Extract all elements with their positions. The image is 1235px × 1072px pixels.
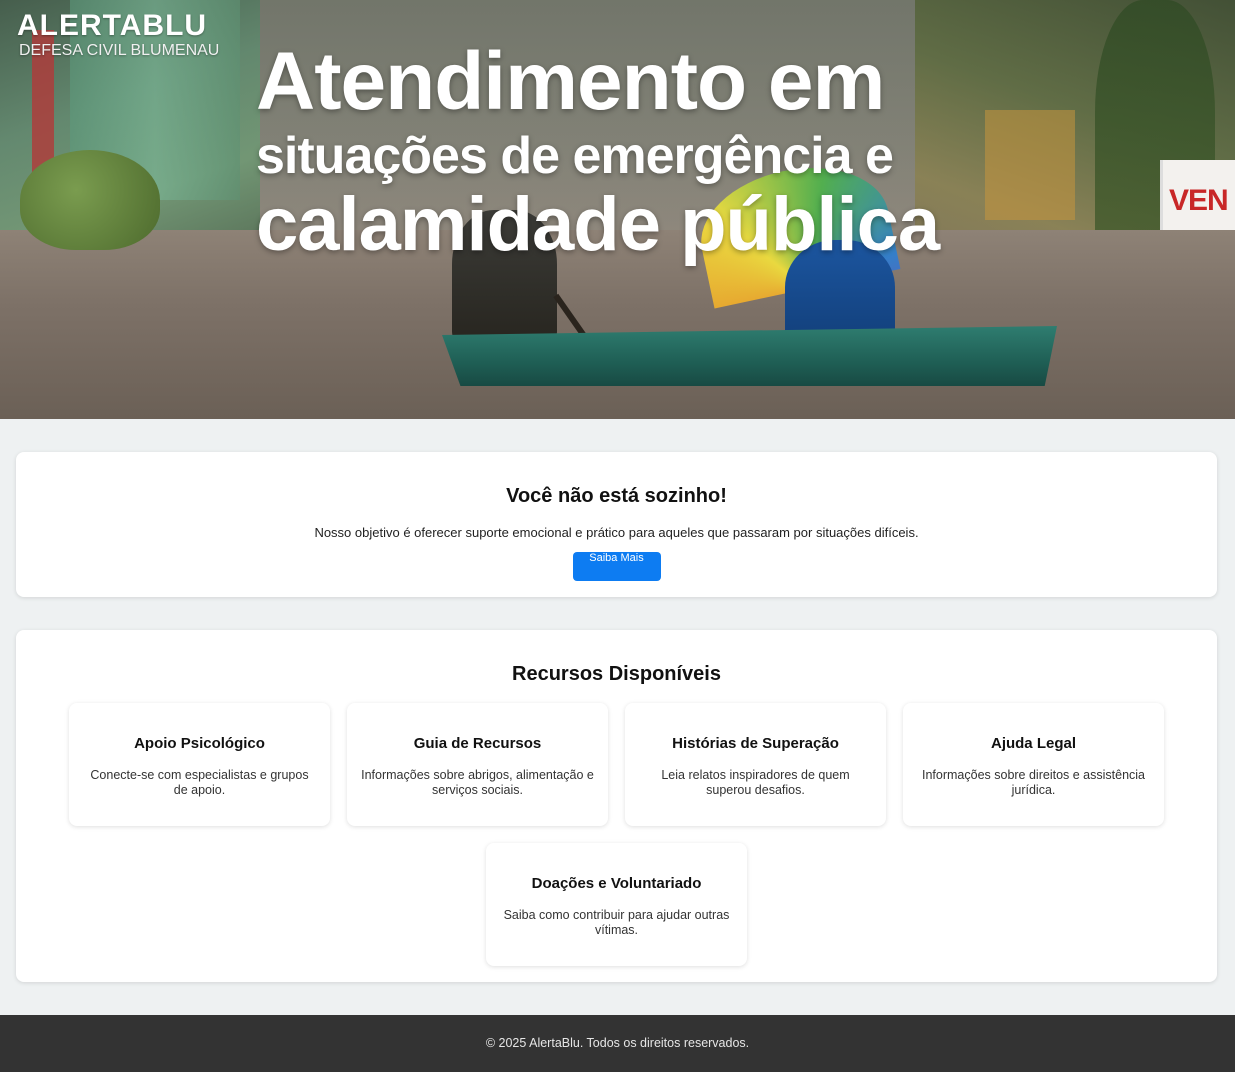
brand-logo[interactable]: ALERTABLU DEFESA CIVIL BLUMENAU	[17, 10, 219, 60]
footer-copyright: © 2025 AlertaBlu. Todos os direitos rese…	[485, 1036, 750, 1050]
resource-card-text: Informações sobre direitos e assistência…	[921, 768, 1146, 797]
brand-subtitle: DEFESA CIVIL BLUMENAU	[19, 42, 220, 59]
footer: © 2025 AlertaBlu. Todos os direitos rese…	[0, 1015, 1235, 1072]
hero-boat	[442, 326, 1057, 386]
resource-card-text: Informações sobre abrigos, alimentação e…	[361, 768, 594, 797]
hero-bush	[20, 150, 160, 250]
support-text: Nosso objetivo é oferecer suporte emocio…	[314, 525, 919, 540]
resource-card-ajuda-legal[interactable]: Ajuda Legal Informações sobre direitos e…	[903, 703, 1164, 826]
learn-more-button[interactable]: Saiba Mais	[572, 552, 661, 581]
resource-card-title: Doações e Voluntariado	[531, 875, 702, 892]
resource-card-title: Apoio Psicológico	[134, 735, 265, 752]
hero-headline-line1: Atendimento em	[256, 36, 885, 127]
resource-card-title: Guia de Recursos	[413, 735, 542, 752]
resource-card-doacoes-e-voluntariado[interactable]: Doações e Voluntariado Saiba como contri…	[486, 843, 747, 966]
resource-card-title: Ajuda Legal	[990, 735, 1076, 752]
hero-headline-line2: situações de emergência e	[256, 127, 894, 185]
resource-card-text: Conecte-se com especialistas e grupos de…	[90, 768, 309, 797]
resources-section: Recursos Disponíveis Apoio Psicológico C…	[16, 630, 1217, 982]
brand-name: ALERTABLU	[17, 9, 208, 42]
hero-background-orange-wall	[985, 110, 1075, 220]
hero-sign-text: VEN	[1169, 184, 1229, 217]
resources-title: Recursos Disponíveis	[512, 663, 721, 685]
resource-card-historias-de-superacao[interactable]: Histórias de Superação Leia relatos insp…	[625, 703, 886, 826]
support-title: Você não está sozinho!	[506, 485, 727, 507]
support-section: Você não está sozinho! Nosso objetivo é …	[16, 452, 1217, 597]
hero-headline-line3: calamidade pública	[256, 182, 940, 267]
resource-card-apoio-psicologico[interactable]: Apoio Psicológico Conecte-se com especia…	[69, 703, 330, 826]
resource-card-text: Leia relatos inspiradores de quem supero…	[661, 768, 850, 797]
hero-headline: Atendimento em situações de emergência e…	[256, 36, 986, 266]
resource-card-title: Histórias de Superação	[672, 735, 839, 752]
resource-card-guia-de-recursos[interactable]: Guia de Recursos Informações sobre abrig…	[347, 703, 608, 826]
hero-background-sign: VEN	[1160, 160, 1235, 240]
hero-banner: VEN ALERTABLU DEFESA CIVIL BLUMENAU Aten…	[0, 0, 1235, 419]
resource-card-text: Saiba como contribuir para ajudar outras…	[503, 908, 730, 937]
